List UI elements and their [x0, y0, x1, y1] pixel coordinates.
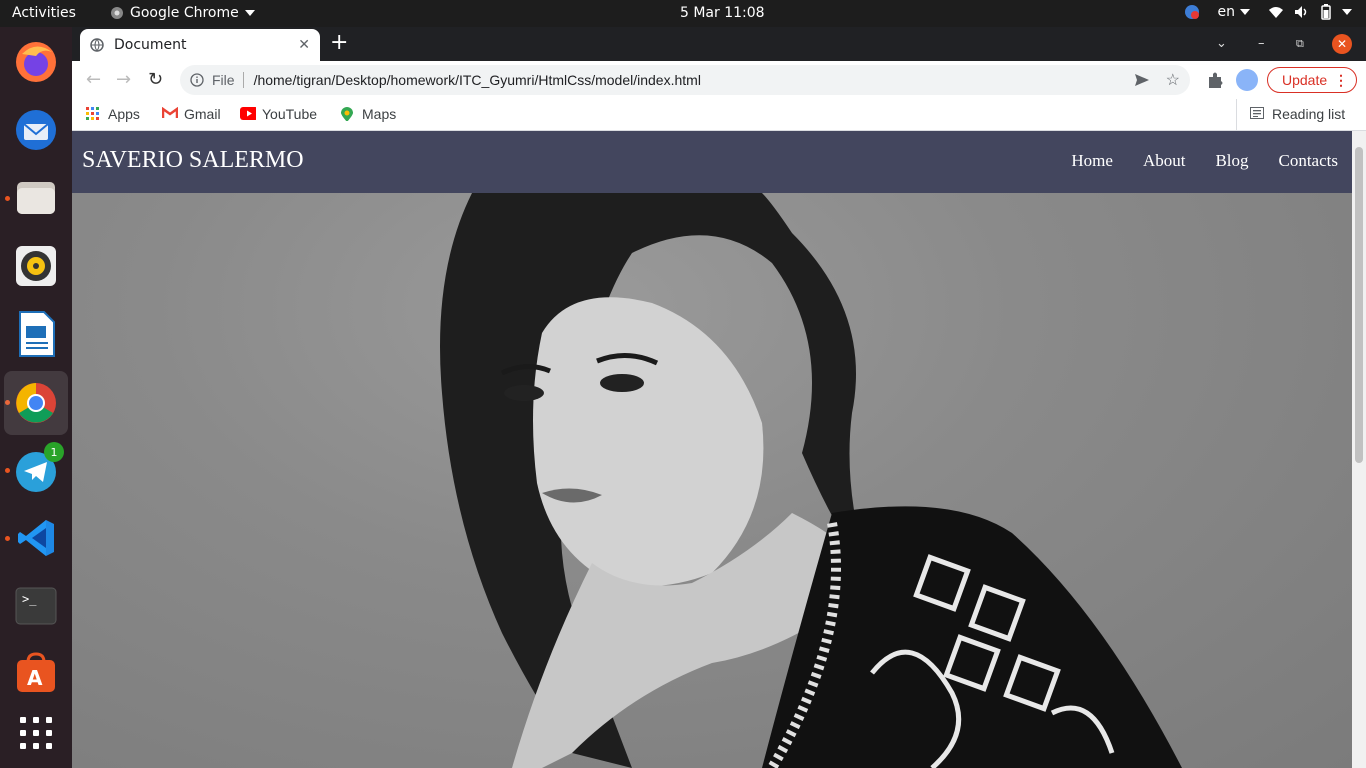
minimize-icon[interactable]: –: [1258, 36, 1265, 51]
svg-text:>_: >_: [22, 592, 37, 606]
nav-about[interactable]: About: [1143, 151, 1186, 171]
nav-contacts[interactable]: Contacts: [1279, 151, 1339, 171]
system-tray: en: [1184, 4, 1352, 20]
activities-button[interactable]: Activities: [12, 5, 76, 21]
dock: 1 >_ A: [0, 27, 72, 768]
telegram-badge: 1: [44, 442, 64, 462]
close-window-icon[interactable]: ✕: [1332, 34, 1352, 54]
bookmark-apps[interactable]: Apps: [86, 106, 140, 122]
vscode-icon[interactable]: [10, 512, 62, 564]
volume-icon: [1295, 6, 1307, 18]
clock[interactable]: 5 Mar 11:08: [680, 5, 765, 21]
language-indicator[interactable]: en: [1217, 4, 1250, 20]
bookmark-label: Gmail: [184, 106, 221, 122]
software-center-icon[interactable]: A: [10, 648, 62, 700]
tab-search-icon[interactable]: ⌄: [1216, 36, 1227, 51]
reading-list-button[interactable]: Reading list: [1250, 106, 1345, 122]
bookmark-star-icon[interactable]: ☆: [1166, 70, 1180, 90]
telegram-icon[interactable]: 1: [10, 442, 64, 496]
maximize-icon[interactable]: ⧉: [1296, 37, 1304, 51]
page-scrollbar[interactable]: [1352, 131, 1366, 768]
update-button[interactable]: Update ⋮: [1267, 67, 1357, 93]
send-icon[interactable]: [1134, 73, 1150, 87]
more-menu-icon[interactable]: ⋮: [1334, 72, 1348, 89]
bookmark-label: Apps: [108, 106, 140, 122]
reading-list-label: Reading list: [1272, 106, 1346, 122]
chevron-down-icon: [1342, 9, 1352, 15]
divider: [1236, 99, 1237, 131]
globe-icon: [90, 38, 104, 52]
reading-list-icon: [1250, 107, 1264, 119]
notification-icon[interactable]: [1184, 4, 1200, 20]
info-icon[interactable]: [190, 73, 204, 87]
nav-home[interactable]: Home: [1071, 151, 1113, 171]
site-nav: Home About Blog Contacts: [1071, 151, 1338, 171]
battery-icon: [1321, 4, 1331, 20]
bookmark-maps[interactable]: Maps: [340, 106, 396, 122]
terminal-icon[interactable]: >_: [10, 580, 62, 632]
bookmark-youtube[interactable]: YouTube: [240, 106, 317, 122]
show-apps-icon[interactable]: [10, 707, 62, 759]
rhythmbox-icon[interactable]: [10, 240, 62, 292]
address-bar[interactable]: File /home/tigran/Desktop/homework/ITC_G…: [180, 65, 1190, 95]
update-label: Update: [1282, 72, 1328, 88]
bookmark-gmail[interactable]: Gmail: [162, 106, 221, 122]
app-menu-label: Google Chrome: [130, 5, 239, 21]
bookmarks-bar: Apps Gmail YouTube Maps Reading list: [72, 99, 1366, 131]
bookmark-label: Maps: [362, 106, 397, 122]
gmail-icon: [162, 107, 178, 118]
extensions-icon[interactable]: [1206, 71, 1224, 89]
web-page: SAVERIO SALERMO Home About Blog Contacts: [72, 131, 1352, 768]
forward-icon[interactable]: →: [116, 69, 131, 90]
libreoffice-writer-icon[interactable]: [10, 308, 62, 360]
address-url: /home/tigran/Desktop/homework/ITC_Gyumri…: [253, 72, 701, 88]
apps-grid-icon: [86, 107, 99, 120]
tab-document[interactable]: Document ✕: [80, 29, 320, 61]
bookmark-label: YouTube: [262, 106, 318, 122]
reload-icon[interactable]: ↻: [148, 69, 163, 90]
back-icon[interactable]: ←: [86, 69, 101, 90]
new-tab-button[interactable]: +: [330, 32, 348, 54]
tab-close-icon[interactable]: ✕: [298, 37, 310, 53]
tab-strip: Document ✕ + ⌄ – ⧉ ✕: [72, 27, 1366, 61]
chevron-down-icon: [244, 10, 255, 16]
scrollbar-thumb[interactable]: [1355, 147, 1363, 463]
site-header: SAVERIO SALERMO Home About Blog Contacts: [72, 131, 1352, 193]
app-menu[interactable]: Google Chrome: [110, 5, 255, 21]
wifi-icon: [1269, 7, 1283, 18]
system-top-bar: Activities Google Chrome 5 Mar 11:08 en: [0, 0, 1366, 27]
chrome-icon[interactable]: [4, 371, 68, 435]
tab-title: Document: [114, 37, 187, 53]
chevron-down-icon: [1240, 9, 1250, 15]
browser-window: Document ✕ + ⌄ – ⧉ ✕ ← → ↻ File /home/ti…: [72, 27, 1366, 768]
browser-toolbar: ← → ↻ File /home/tigran/Desktop/homework…: [72, 61, 1366, 99]
youtube-icon: [240, 107, 256, 120]
files-icon[interactable]: [10, 172, 62, 224]
portrait-illustration: [440, 193, 1182, 768]
system-status-menu[interactable]: [1268, 4, 1352, 20]
profile-avatar[interactable]: [1236, 69, 1258, 91]
site-brand[interactable]: SAVERIO SALERMO: [82, 147, 304, 174]
chrome-small-icon: [111, 7, 123, 19]
svg-text:A: A: [27, 666, 43, 690]
firefox-icon[interactable]: [10, 36, 62, 88]
thunderbird-icon[interactable]: [10, 104, 62, 156]
address-scheme: File: [212, 72, 244, 88]
hero-portrait-image: [72, 193, 1352, 768]
language-label: en: [1217, 4, 1236, 20]
nav-blog[interactable]: Blog: [1215, 151, 1248, 171]
maps-pin-icon: [341, 107, 353, 121]
